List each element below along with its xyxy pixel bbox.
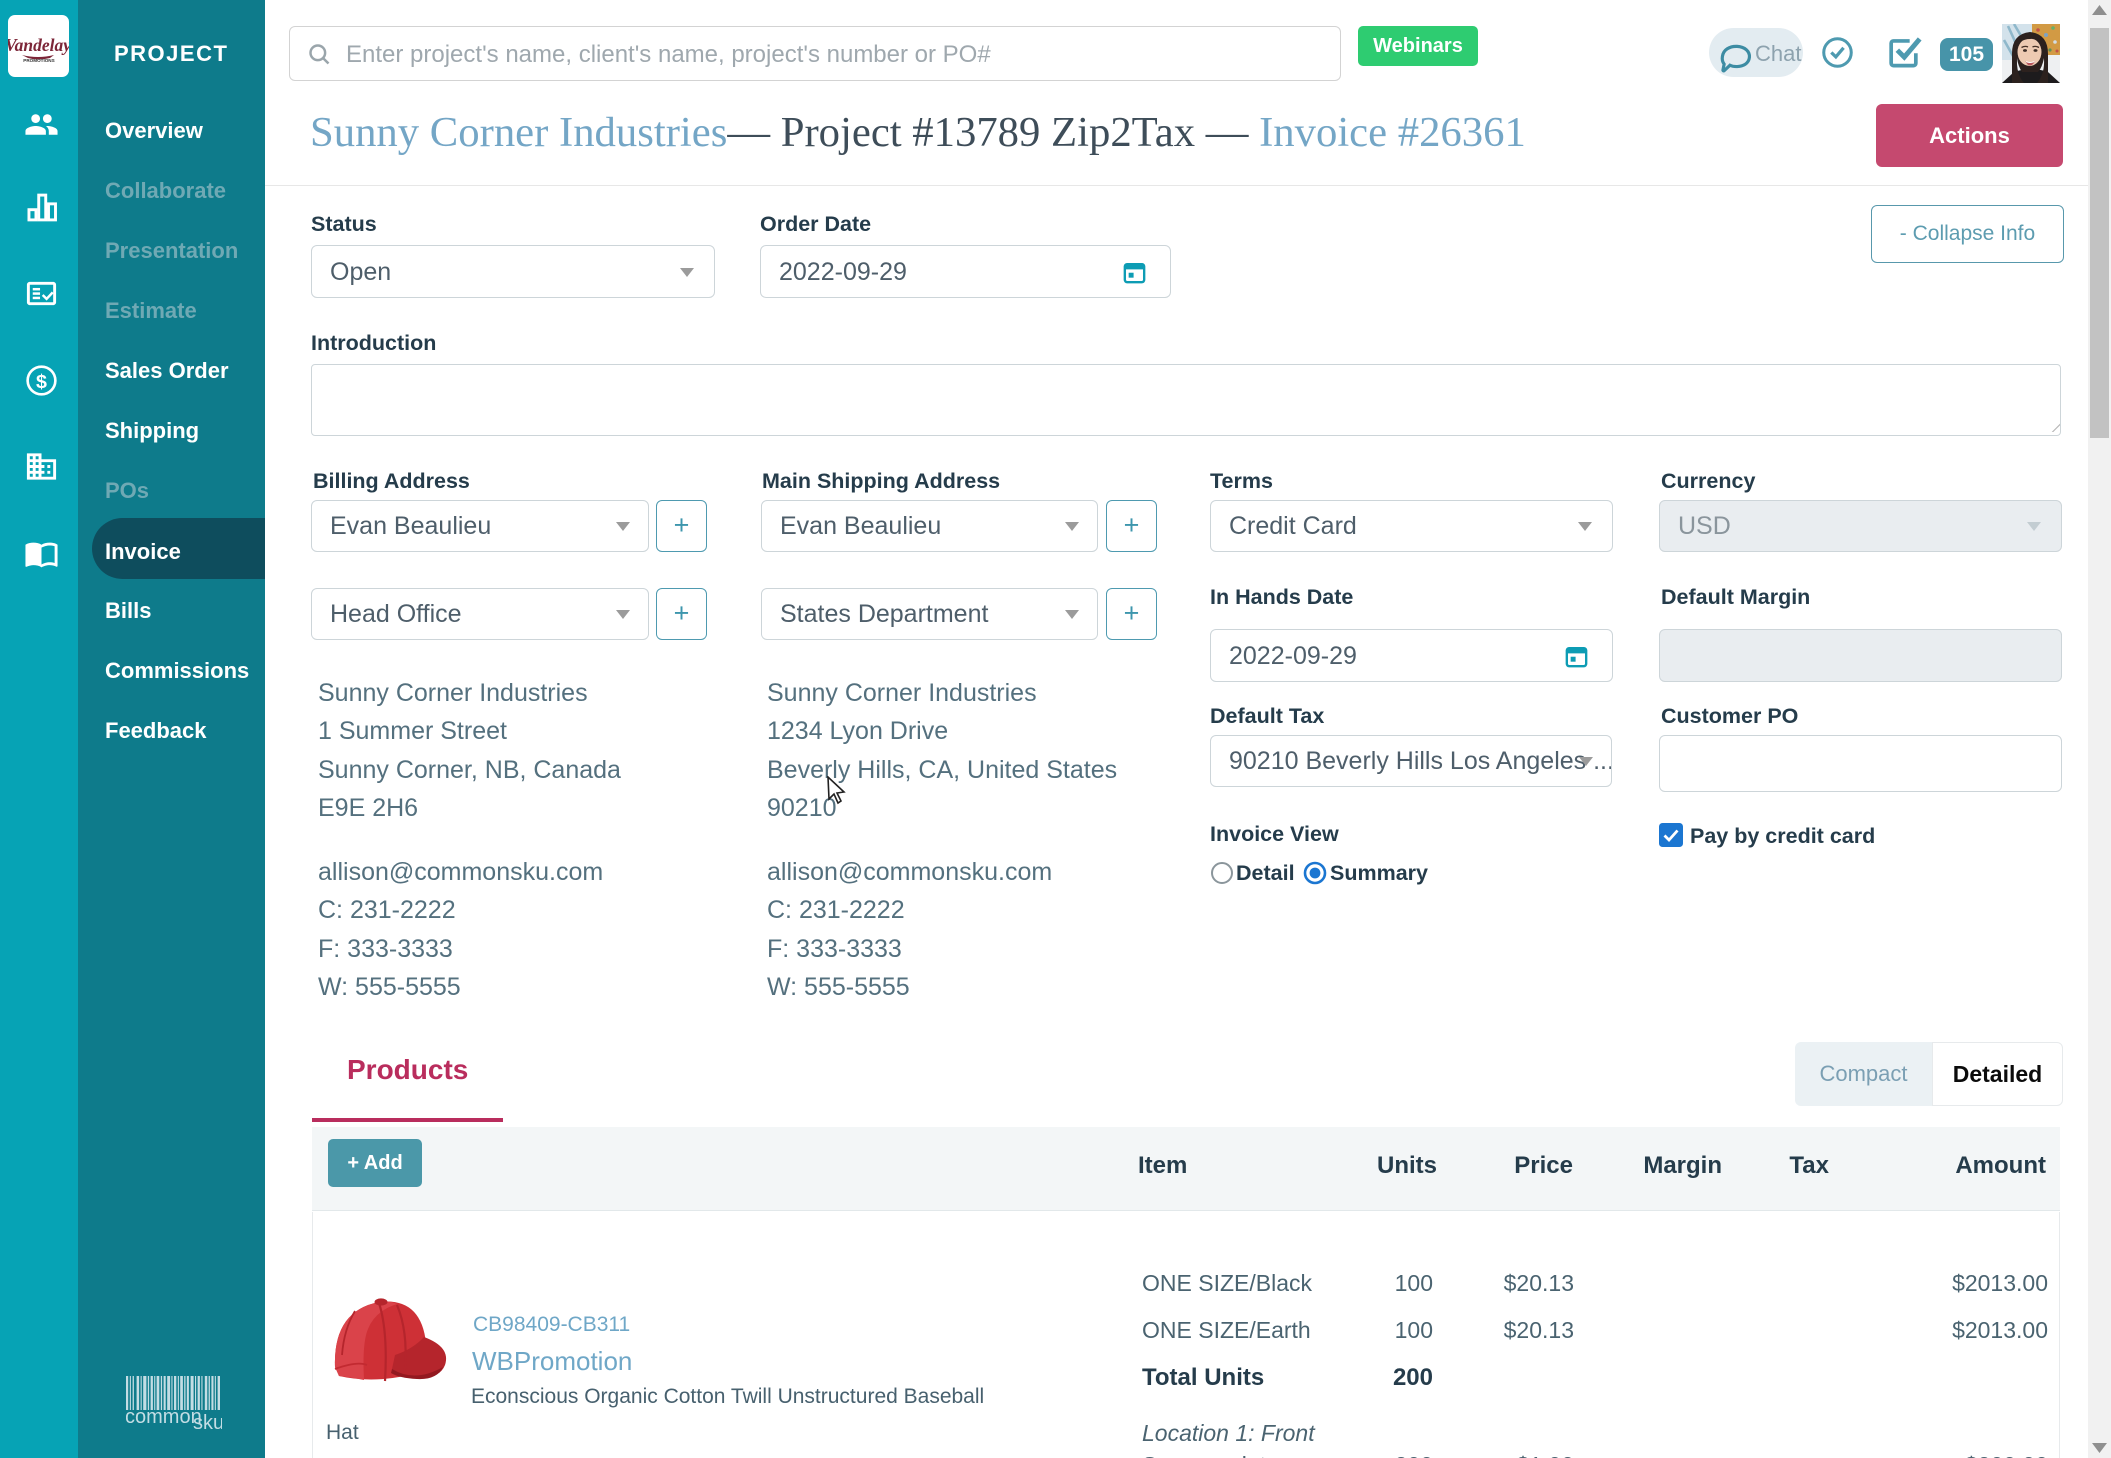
svg-text:Vandelay: Vandelay bbox=[8, 35, 69, 55]
svg-text:$: $ bbox=[36, 371, 47, 393]
svg-text:PROMOTIONS: PROMOTIONS bbox=[23, 58, 54, 63]
svg-text:sku: sku bbox=[193, 1412, 222, 1432]
svg-text:common: common bbox=[126, 1406, 202, 1428]
